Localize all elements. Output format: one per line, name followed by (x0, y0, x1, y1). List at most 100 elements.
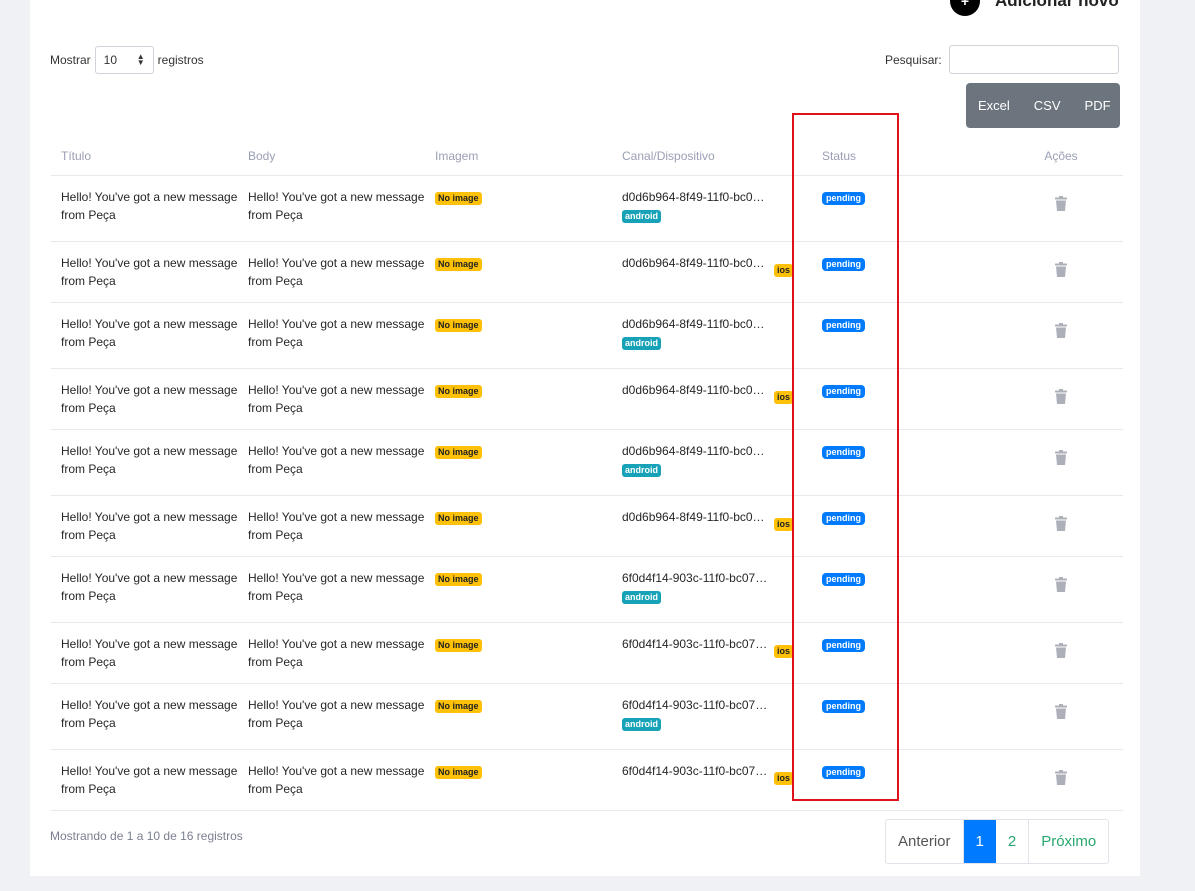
titulo-text: Hello! You've got a new message from Peç… (61, 256, 238, 288)
titulo-text: Hello! You've got a new message from Peç… (61, 444, 238, 476)
canal-id: 6f0d4f14-903c-11f0-bc07… (622, 637, 768, 651)
cell-canal: 6f0d4f14-903c-11f0-bc07… ios (612, 749, 812, 811)
no-image-badge: No image (435, 700, 482, 713)
trash-icon[interactable] (1055, 643, 1067, 663)
cell-titulo: Hello! You've got a new message from Peç… (51, 368, 238, 430)
cell-acoes (999, 683, 1123, 750)
canal-id: 6f0d4f14-903c-11f0-bc07… (622, 698, 768, 712)
device-badge-ios: ios (774, 518, 794, 531)
cell-imagem: No image (425, 683, 612, 750)
search-input[interactable] (948, 45, 1119, 74)
cell-imagem: No image (425, 495, 612, 557)
cell-imagem: No image (425, 749, 612, 811)
cell-body: Hello! You've got a new message from Peç… (238, 241, 425, 303)
table-body: Hello! You've got a new message from Peç… (51, 175, 1123, 811)
entries-select[interactable]: 10 ▲ ▼ (94, 46, 154, 74)
trash-icon[interactable] (1055, 516, 1067, 536)
cell-canal: 6f0d4f14-903c-11f0-bc07… android (612, 683, 812, 750)
body-text: Hello! You've got a new message from Peç… (248, 698, 425, 730)
select-arrows-icon: ▲ ▼ (136, 52, 145, 67)
trash-icon[interactable] (1055, 704, 1067, 724)
column-header-canal[interactable]: Canal/Dispositivo (612, 137, 812, 176)
trash-icon[interactable] (1055, 450, 1067, 470)
cell-body: Hello! You've got a new message from Peç… (238, 368, 425, 430)
export-csv-button[interactable]: CSV (1022, 98, 1073, 113)
column-header-imagem[interactable]: Imagem (425, 137, 612, 176)
table-row: Hello! You've got a new message from Peç… (51, 622, 1123, 684)
cell-body: Hello! You've got a new message from Peç… (238, 683, 425, 750)
no-image-badge: No image (435, 258, 482, 271)
status-badge: pending (822, 258, 865, 271)
device-badge-ios: ios (774, 391, 794, 404)
device-badge-ios: ios (774, 772, 794, 785)
status-badge: pending (822, 385, 865, 398)
cell-acoes (999, 302, 1123, 369)
body-text: Hello! You've got a new message from Peç… (248, 317, 425, 349)
search-box: Pesquisar: (885, 45, 1119, 74)
search-label: Pesquisar: (885, 52, 942, 67)
cell-status: pending (812, 302, 999, 369)
table-row: Hello! You've got a new message from Peç… (51, 241, 1123, 303)
cell-status: pending (812, 556, 999, 623)
trash-icon[interactable] (1055, 196, 1067, 216)
export-pdf-button[interactable]: PDF (1073, 98, 1123, 113)
pagination-next[interactable]: Próximo (1029, 820, 1108, 863)
cell-body: Hello! You've got a new message from Peç… (238, 302, 425, 369)
cell-titulo: Hello! You've got a new message from Peç… (51, 556, 238, 623)
cell-canal: 6f0d4f14-903c-11f0-bc07… ios (612, 622, 812, 684)
device-badge-android: android (622, 210, 661, 223)
cell-imagem: No image (425, 175, 612, 242)
trash-icon[interactable] (1055, 323, 1067, 343)
body-text: Hello! You've got a new message from Peç… (248, 444, 425, 476)
cell-titulo: Hello! You've got a new message from Peç… (51, 622, 238, 684)
no-image-badge: No image (435, 385, 482, 398)
add-new-button[interactable]: + Adicionar novo (950, 0, 1119, 16)
no-image-badge: No image (435, 766, 482, 779)
cell-canal: d0d6b964-8f49-11f0-bc0… ios (612, 241, 812, 303)
table-row: Hello! You've got a new message from Peç… (51, 368, 1123, 430)
device-badge-android: android (622, 464, 661, 477)
cell-status: pending (812, 495, 999, 557)
export-excel-button[interactable]: Excel (966, 98, 1022, 113)
column-header-titulo[interactable]: Título (51, 137, 238, 176)
table-row: Hello! You've got a new message from Peç… (51, 749, 1123, 811)
status-badge: pending (822, 573, 865, 586)
titulo-text: Hello! You've got a new message from Peç… (61, 571, 238, 603)
table-header-row: Título Body Imagem Canal/Dispositivo Sta… (51, 137, 1123, 176)
add-new-label: Adicionar novo (995, 0, 1119, 10)
table-row: Hello! You've got a new message from Peç… (51, 556, 1123, 623)
cell-acoes (999, 495, 1123, 557)
cell-imagem: No image (425, 429, 612, 496)
trash-icon[interactable] (1055, 389, 1067, 409)
cell-body: Hello! You've got a new message from Peç… (238, 429, 425, 496)
trash-icon[interactable] (1055, 577, 1067, 597)
body-text: Hello! You've got a new message from Peç… (248, 510, 425, 542)
column-header-status[interactable]: Status (812, 137, 999, 176)
column-header-body[interactable]: Body (238, 137, 425, 176)
cell-canal: d0d6b964-8f49-11f0-bc0… android (612, 175, 812, 242)
no-image-badge: No image (435, 573, 482, 586)
titulo-text: Hello! You've got a new message from Peç… (61, 637, 238, 669)
titulo-text: Hello! You've got a new message from Peç… (61, 698, 238, 730)
notifications-table: Título Body Imagem Canal/Dispositivo Sta… (51, 137, 1123, 811)
cell-titulo: Hello! You've got a new message from Peç… (51, 683, 238, 750)
cell-status: pending (812, 622, 999, 684)
table-row: Hello! You've got a new message from Peç… (51, 683, 1123, 750)
cell-imagem: No image (425, 622, 612, 684)
table-row: Hello! You've got a new message from Peç… (51, 429, 1123, 496)
pagination-page-2[interactable]: 2 (996, 820, 1030, 863)
cell-titulo: Hello! You've got a new message from Peç… (51, 175, 238, 242)
trash-icon[interactable] (1055, 262, 1067, 282)
cell-status: pending (812, 429, 999, 496)
no-image-badge: No image (435, 192, 482, 205)
no-image-badge: No image (435, 512, 482, 525)
pagination-page-1[interactable]: 1 (963, 820, 996, 863)
device-badge-ios: ios (774, 645, 794, 658)
trash-icon[interactable] (1055, 770, 1067, 790)
length-menu: Mostrar 10 ▲ ▼ registros (50, 46, 204, 74)
canal-id: 6f0d4f14-903c-11f0-bc07… (622, 764, 768, 778)
cell-body: Hello! You've got a new message from Peç… (238, 749, 425, 811)
cell-acoes (999, 175, 1123, 242)
pagination-previous[interactable]: Anterior (886, 820, 964, 863)
cell-acoes (999, 368, 1123, 430)
